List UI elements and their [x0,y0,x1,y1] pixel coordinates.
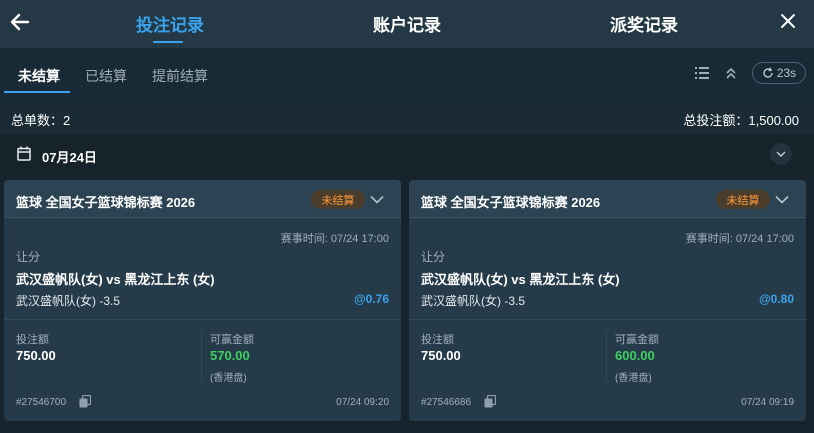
collapse-all-icon[interactable] [723,65,739,81]
calendar-icon [17,146,31,166]
date-collapse-button[interactable] [770,143,792,165]
divider [409,319,806,320]
list-view-icon[interactable] [694,65,710,81]
potential-win-label: 可赢金额 [615,334,659,346]
subtab-unsettled[interactable]: 未结算 [18,66,60,86]
bet-card: 篮球 全国女子篮球锦标赛 2026 未结算 赛事时间: 07/24 17:00 … [4,180,401,421]
stake-value: 750.00 [16,348,56,363]
subtab-settled[interactable]: 已结算 [85,66,127,86]
refresh-icon [763,67,773,78]
match-name: 武汉盛帆队(女) vs 黑龙江上东 (女) [16,272,215,287]
stake-value: 750.00 [421,348,461,363]
bet-league-title: 篮球 全国女子篮球锦标赛 2026 [16,195,196,210]
refresh-countdown: 23s [776,66,797,80]
back-arrow-icon[interactable] [8,10,32,34]
top-header: 投注记录 账户记录 派奖记录 [0,0,814,48]
chevron-down-icon [776,151,786,157]
copy-icon[interactable] [484,394,498,409]
divider [606,331,607,381]
bet-league-title: 篮球 全国女子篮球锦标赛 2026 [421,195,601,210]
odds-type: (香港盘) [615,373,652,384]
bet-card-header[interactable]: 篮球 全国女子篮球锦标赛 2026 未结算 [4,180,401,218]
event-time: 赛事时间: 07/24 17:00 [685,233,794,245]
date-label: 07月24日 [42,150,97,165]
status-badge: 未结算 [716,190,770,209]
close-icon[interactable] [776,9,800,33]
subtab-early-cashout[interactable]: 提前结算 [152,66,208,86]
ticket-number: #27546700 [16,397,67,408]
bet-odds: @0.76 [353,292,389,306]
tab-account-records[interactable]: 账户记录 [373,11,441,35]
chevron-down-icon[interactable] [775,191,791,207]
status-badge: 未结算 [311,190,365,209]
tab-payout-records[interactable]: 派奖记录 [610,11,678,35]
bet-selection: 武汉盛帆队(女) -3.5 [16,294,121,308]
summary-bar: 总单数：2 总投注额：1,500.00 [0,97,814,135]
divider [201,331,202,381]
date-group-header[interactable]: 07月24日 [0,135,814,173]
divider [4,319,401,320]
stake-label: 投注额 [421,334,454,346]
active-tab-indicator [153,41,183,43]
refresh-button[interactable]: 23s [752,62,806,84]
bet-card: 篮球 全国女子篮球锦标赛 2026 未结算 赛事时间: 07/24 17:00 … [409,180,806,421]
match-name: 武汉盛帆队(女) vs 黑龙江上东 (女) [421,272,620,287]
placed-time: 07/24 09:20 [336,397,389,408]
odds-type: (香港盘) [210,373,247,384]
tab-bet-records[interactable]: 投注记录 [136,11,204,35]
copy-icon[interactable] [79,394,93,409]
potential-win-label: 可赢金额 [210,334,254,346]
event-time: 赛事时间: 07/24 17:00 [280,233,389,245]
potential-win-value: 600.00 [615,348,655,363]
ticket-number: #27546686 [421,397,472,408]
bet-selection: 武汉盛帆队(女) -3.5 [421,294,526,308]
bet-card-header[interactable]: 篮球 全国女子篮球锦标赛 2026 未结算 [409,180,806,218]
stake-label: 投注额 [16,334,49,346]
subtab-indicator [4,91,70,93]
sub-tab-bar: 未结算 已结算 提前结算 23s [0,48,814,97]
chevron-down-icon[interactable] [370,191,386,207]
bet-type: 让分 [16,250,41,264]
potential-win-value: 570.00 [210,348,250,363]
bet-odds: @0.80 [758,292,794,306]
total-count: 总单数：2 [11,113,71,128]
total-stake: 总投注额：1,500.00 [683,113,799,128]
bet-type: 让分 [421,250,446,264]
placed-time: 07/24 09:19 [741,397,794,408]
